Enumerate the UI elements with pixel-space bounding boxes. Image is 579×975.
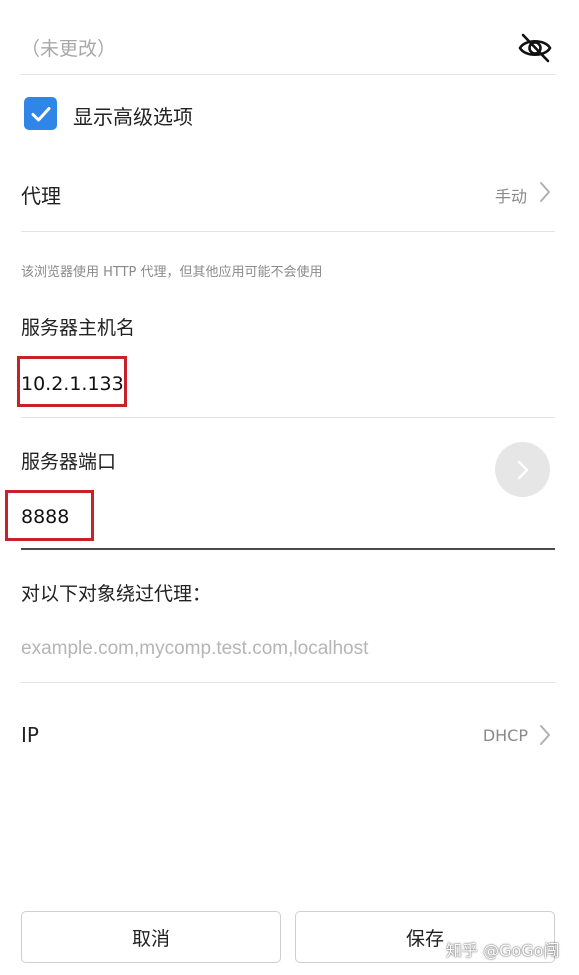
chevron-right-icon[interactable] bbox=[537, 180, 553, 204]
divider bbox=[21, 682, 555, 683]
next-button[interactable] bbox=[495, 442, 550, 497]
show-advanced-checkbox[interactable] bbox=[24, 97, 57, 130]
highlight-box bbox=[5, 490, 94, 541]
divider bbox=[21, 74, 555, 75]
host-label: 服务器主机名 bbox=[21, 317, 136, 339]
divider bbox=[21, 417, 555, 418]
bypass-label: 对以下对象绕过代理： bbox=[21, 583, 212, 605]
password-field[interactable]: （未更改） bbox=[21, 34, 116, 61]
proxy-value[interactable]: 手动 bbox=[495, 183, 527, 207]
chevron-right-icon[interactable] bbox=[537, 723, 553, 747]
divider bbox=[21, 231, 555, 232]
eye-off-icon[interactable] bbox=[517, 30, 553, 66]
ip-value[interactable]: DHCP bbox=[483, 726, 528, 745]
ip-label[interactable]: IP bbox=[21, 723, 39, 747]
highlight-box bbox=[17, 356, 127, 407]
checkmark-icon bbox=[31, 106, 50, 121]
cancel-button[interactable]: 取消 bbox=[21, 911, 281, 963]
port-input-underline bbox=[21, 548, 555, 550]
proxy-label[interactable]: 代理 bbox=[21, 180, 61, 209]
bypass-input[interactable]: example.com,mycomp.test.com,localhost bbox=[21, 638, 368, 660]
port-label: 服务器端口 bbox=[21, 451, 117, 473]
proxy-note: 该浏览器使用 HTTP 代理，但其他应用可能不会使用 bbox=[21, 265, 323, 280]
chevron-right-icon bbox=[517, 460, 528, 479]
show-advanced-label[interactable]: 显示高级选项 bbox=[73, 101, 193, 130]
watermark: 知乎 @GoGo闯 bbox=[446, 941, 560, 960]
